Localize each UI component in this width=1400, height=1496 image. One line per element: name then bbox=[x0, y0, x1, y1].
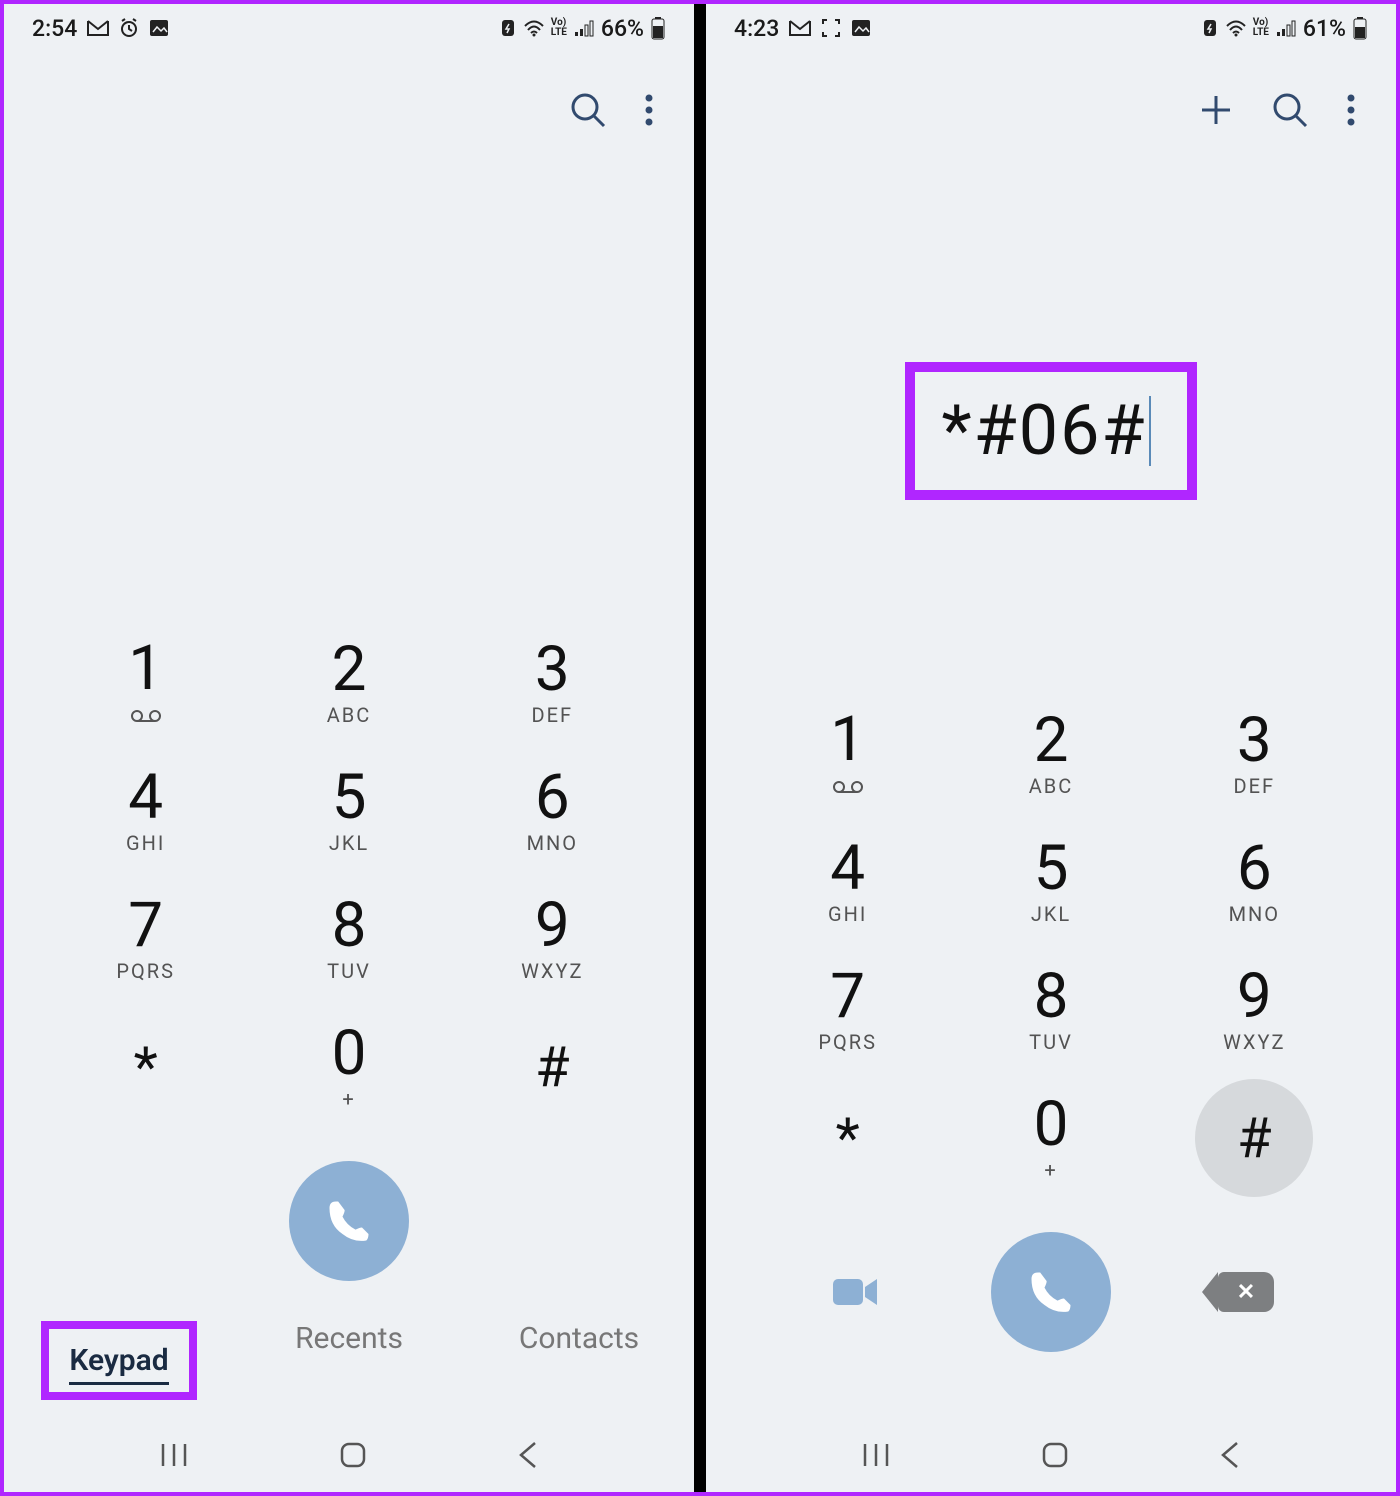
battery-percent: 66% bbox=[601, 15, 644, 42]
key-9[interactable]: 9WXYZ bbox=[451, 875, 654, 1003]
spacer bbox=[706, 1382, 1396, 1422]
app-toolbar bbox=[706, 52, 1396, 172]
nav-home-icon[interactable] bbox=[1040, 1440, 1070, 1474]
voicemail-icon bbox=[130, 704, 162, 728]
call-action-row bbox=[4, 1151, 694, 1311]
powershare-icon bbox=[1201, 18, 1219, 38]
key-star[interactable]: * bbox=[746, 1074, 949, 1202]
call-button[interactable] bbox=[991, 1232, 1111, 1352]
key-1[interactable]: 1 bbox=[44, 619, 247, 747]
gallery-icon bbox=[149, 19, 169, 37]
signal-icon bbox=[573, 19, 595, 37]
search-icon[interactable] bbox=[1270, 90, 1310, 134]
volte-icon: Vo)LTE bbox=[1253, 18, 1269, 38]
nav-back-icon[interactable] bbox=[1219, 1440, 1241, 1474]
status-time: 2:54 bbox=[32, 15, 77, 42]
dialed-highlight-annotation: *#06# bbox=[905, 362, 1196, 500]
battery-icon bbox=[1352, 16, 1368, 40]
phone-screenshot-left: 2:54 Vo)LTE 66% 1 2ABC 3DEF 4GHI 5JKL 6M… bbox=[4, 4, 694, 1492]
tab-recents[interactable]: Recents bbox=[234, 1321, 464, 1400]
battery-percent: 61% bbox=[1303, 15, 1346, 42]
navigation-bar bbox=[706, 1422, 1396, 1492]
nav-back-icon[interactable] bbox=[517, 1440, 539, 1474]
nav-recents-icon[interactable] bbox=[861, 1442, 891, 1472]
text-cursor bbox=[1149, 396, 1151, 466]
key-5[interactable]: 5JKL bbox=[247, 747, 450, 875]
alarm-icon bbox=[119, 18, 139, 38]
more-options-icon[interactable] bbox=[1346, 90, 1356, 134]
phone-screenshot-right: 4:23 Vo)LTE 61% *#06# 1 2ABC 3DEF bbox=[706, 4, 1396, 1492]
key-2[interactable]: 2ABC bbox=[949, 690, 1152, 818]
app-toolbar bbox=[4, 52, 694, 172]
bottom-tabs: Keypad Recents Contacts bbox=[4, 1311, 694, 1422]
navigation-bar bbox=[4, 1422, 694, 1492]
wifi-icon bbox=[1225, 19, 1247, 37]
powershare-icon bbox=[499, 18, 517, 38]
key-1[interactable]: 1 bbox=[746, 690, 949, 818]
dialed-display[interactable]: *#06# bbox=[706, 172, 1396, 690]
key-4[interactable]: 4GHI bbox=[746, 818, 949, 946]
call-button[interactable] bbox=[289, 1161, 409, 1281]
key-5[interactable]: 5JKL bbox=[949, 818, 1152, 946]
key-7[interactable]: 7PQRS bbox=[746, 946, 949, 1074]
gmail-icon bbox=[87, 19, 109, 37]
key-0[interactable]: 0+ bbox=[247, 1003, 450, 1131]
gmail-icon bbox=[789, 19, 811, 37]
backspace-button[interactable]: ✕ bbox=[1186, 1232, 1306, 1352]
key-2[interactable]: 2ABC bbox=[247, 619, 450, 747]
key-9[interactable]: 9WXYZ bbox=[1153, 946, 1356, 1074]
tab-contacts[interactable]: Contacts bbox=[464, 1321, 694, 1400]
status-bar: 4:23 Vo)LTE 61% bbox=[706, 4, 1396, 52]
key-8[interactable]: 8TUV bbox=[247, 875, 450, 1003]
tab-keypad[interactable]: Keypad bbox=[4, 1321, 234, 1400]
key-hash[interactable]: # bbox=[451, 1003, 654, 1131]
nav-home-icon[interactable] bbox=[338, 1440, 368, 1474]
status-bar: 2:54 Vo)LTE 66% bbox=[4, 4, 694, 52]
wifi-icon bbox=[523, 19, 545, 37]
key-8[interactable]: 8TUV bbox=[949, 946, 1152, 1074]
nav-recents-icon[interactable] bbox=[159, 1442, 189, 1472]
search-icon[interactable] bbox=[568, 90, 608, 134]
add-icon[interactable] bbox=[1198, 92, 1234, 132]
more-options-icon[interactable] bbox=[644, 90, 654, 134]
call-action-row: ✕ bbox=[706, 1222, 1396, 1382]
dialer-keypad: 1 2ABC 3DEF 4GHI 5JKL 6MNO 7PQRS 8TUV 9W… bbox=[706, 690, 1396, 1222]
key-star[interactable]: * bbox=[44, 1003, 247, 1131]
voicemail-icon bbox=[832, 775, 864, 799]
volte-icon: Vo)LTE bbox=[551, 18, 567, 38]
signal-icon bbox=[1275, 19, 1297, 37]
video-call-button[interactable] bbox=[796, 1232, 916, 1352]
scan-icon bbox=[821, 18, 841, 38]
dialed-number: *#06# bbox=[941, 390, 1146, 472]
key-4[interactable]: 4GHI bbox=[44, 747, 247, 875]
key-0[interactable]: 0+ bbox=[949, 1074, 1152, 1202]
gallery-icon bbox=[851, 19, 871, 37]
battery-icon bbox=[650, 16, 666, 40]
dialed-display bbox=[4, 172, 694, 619]
key-6[interactable]: 6MNO bbox=[1153, 818, 1356, 946]
status-time: 4:23 bbox=[734, 15, 779, 42]
key-3[interactable]: 3DEF bbox=[1153, 690, 1356, 818]
dialer-keypad: 1 2ABC 3DEF 4GHI 5JKL 6MNO 7PQRS 8TUV 9W… bbox=[4, 619, 694, 1151]
screenshot-divider bbox=[694, 4, 706, 1492]
key-hash[interactable]: # bbox=[1153, 1074, 1356, 1202]
key-7[interactable]: 7PQRS bbox=[44, 875, 247, 1003]
key-3[interactable]: 3DEF bbox=[451, 619, 654, 747]
key-6[interactable]: 6MNO bbox=[451, 747, 654, 875]
